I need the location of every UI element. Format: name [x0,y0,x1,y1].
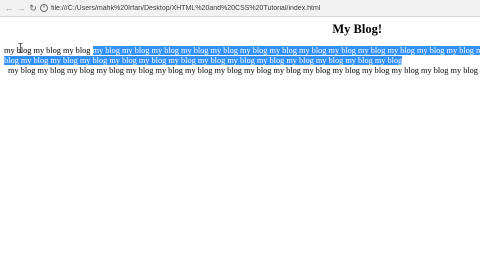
blog-text-plain: my blog my blog my blog my blog my blog … [8,66,478,75]
info-icon: i [40,4,48,12]
blog-text-selected: blog my blog my blog my blog my blog my … [4,56,403,65]
back-button[interactable]: ← [3,2,15,14]
url-text[interactable]: file:///C:/Users/mahk%20Irfan/Desktop/XH… [51,5,320,12]
blog-text-line-2: blog my blog my blog my blog my blog my … [4,56,403,66]
reload-button[interactable]: ↻ [27,2,39,14]
browser-toolbar: ← → ↻ i file:///C:/Users/mahk%20Irfan/De… [0,0,480,17]
page-content: My Blog! my blog my blog my blog my blog… [0,17,480,270]
forward-button[interactable]: → [15,2,27,14]
blog-text-selected: my blog my blog my blog my blog my blog … [92,46,480,55]
page-title: My Blog! [332,22,382,36]
blog-text-plain: my blog my blog my blog [4,46,93,55]
arrow-left-icon: ← [4,3,14,13]
address-bar[interactable]: i file:///C:/Users/mahk%20Irfan/Desktop/… [40,2,476,14]
blog-text-line-1: my blog my blog my blog my blog my blog … [4,46,480,56]
blog-text-line-3: my blog my blog my blog my blog my blog … [8,66,478,76]
arrow-right-icon: → [16,3,26,13]
reload-icon: ↻ [29,2,37,13]
